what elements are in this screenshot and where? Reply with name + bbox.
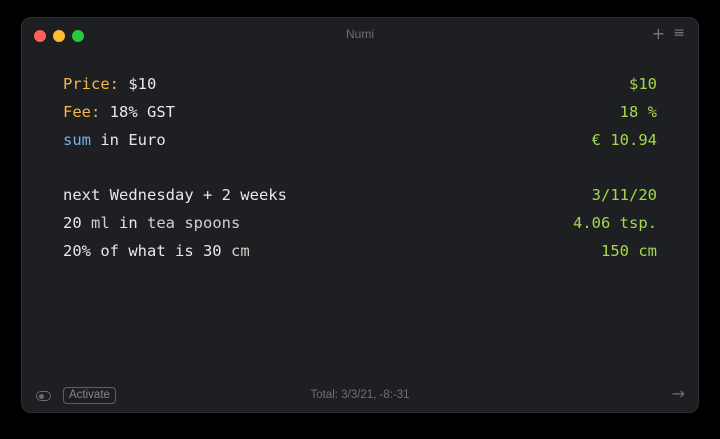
calculation-editor[interactable]: Price: $10 $10 Fee: 18% GST 18 % sum in … <box>63 70 657 265</box>
unit-text: cm <box>230 242 250 260</box>
line-fee[interactable]: Fee: 18% GST 18 % <box>63 98 657 126</box>
variable-label: Fee: <box>63 103 101 121</box>
line-expression: Price: $10 <box>63 70 156 98</box>
line-result: 3/11/20 <box>591 186 657 204</box>
line-expression: 20% of what is 30 cm <box>63 237 250 265</box>
expression-text: 20% of what is 30 <box>63 242 231 260</box>
line-percentage[interactable]: 20% of what is 30 cm 150 cm <box>63 237 657 265</box>
expression-text: $10 <box>119 75 157 93</box>
unit-text: ml <box>91 214 110 232</box>
total-status: Total: 3/3/21, -8:-31 <box>310 389 410 401</box>
line-result: € 10.94 <box>591 131 657 149</box>
line-result: 150 cm <box>601 242 657 260</box>
line-conversion[interactable]: 20 ml in tea spoons 4.06 tsp. <box>63 209 657 237</box>
line-date[interactable]: next Wednesday + 2 weeks 3/11/20 <box>63 181 657 209</box>
variable-label: Price: <box>63 75 119 93</box>
numi-window: Numi + ≡ Price: $10 $10 Fee: 18% GST 18 … <box>21 17 699 413</box>
blank-line[interactable] <box>63 154 657 181</box>
unit-text: tea spoons <box>147 214 241 232</box>
footer-bar: Activate Total: 3/3/21, -8:-31 → <box>21 381 699 413</box>
line-result: $10 <box>629 75 657 93</box>
keyword: sum <box>63 131 91 149</box>
line-sum[interactable]: sum in Euro € 10.94 <box>63 126 657 154</box>
line-expression: sum in Euro <box>63 126 166 154</box>
expression-text: 18% GST <box>100 103 175 121</box>
window-title: Numi <box>345 27 374 41</box>
plus-icon[interactable]: + <box>652 24 665 43</box>
menu-icon[interactable]: ≡ <box>673 25 685 41</box>
expression-text: 20 <box>63 214 91 232</box>
line-expression: Fee: 18% GST <box>63 98 175 126</box>
line-price[interactable]: Price: $10 $10 <box>63 70 657 98</box>
line-result: 18 % <box>619 103 657 121</box>
titlebar: Numi + ≡ <box>21 17 699 51</box>
expression-text: in <box>109 214 147 232</box>
arrow-right-icon[interactable]: → <box>672 384 685 403</box>
expression-text: in Euro <box>91 131 166 149</box>
line-expression: next Wednesday + 2 weeks <box>63 186 287 204</box>
line-result: 4.06 tsp. <box>573 214 657 232</box>
line-expression: 20 ml in tea spoons <box>63 209 240 237</box>
